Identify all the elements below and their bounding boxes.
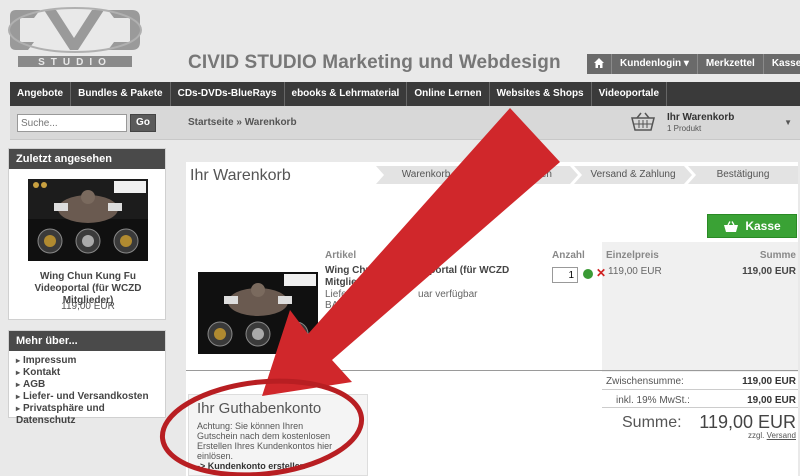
top-navigation: Kundenlogin ▾ Merkzettel Kasse bbox=[587, 54, 800, 74]
nav-video-portals[interactable]: Videoportale bbox=[592, 82, 668, 106]
product-thumbnail[interactable] bbox=[28, 179, 148, 261]
link-shipping-costs[interactable]: Liefer- und Versandkosten bbox=[16, 391, 165, 403]
total-label: Summe: bbox=[622, 414, 682, 431]
checkout-steps: Warenkorb aten Versand & Zahlung Bestäti… bbox=[376, 166, 798, 184]
vat-value: 19,00 EUR bbox=[747, 395, 796, 406]
search-go-button[interactable]: Go bbox=[130, 114, 156, 132]
step-confirmation: Bestätigung bbox=[688, 166, 798, 184]
col-sum: Summe bbox=[759, 250, 796, 261]
subtotal-value: 119,00 EUR bbox=[742, 376, 796, 387]
col-unit-price: Einzelpreis bbox=[606, 250, 659, 261]
divider bbox=[186, 370, 798, 371]
step-cart: Warenkorb bbox=[376, 166, 476, 184]
cart-item-avail-part1: Liefer bbox=[325, 289, 351, 300]
page-title: Ihr Warenkorb bbox=[190, 167, 291, 184]
recently-viewed-title: Zuletzt angesehen bbox=[9, 149, 165, 169]
mini-cart[interactable]: Ihr Warenkorb 1 Produkt ▼ bbox=[630, 110, 800, 136]
credit-account-box: Ihr Guthabenkonto Achtung: Sie können Ih… bbox=[188, 394, 368, 476]
svg-text:STUDIO: STUDIO bbox=[38, 57, 112, 68]
customer-login-link[interactable]: Kundenlogin ▾ bbox=[611, 54, 697, 74]
link-privacy[interactable]: Privatsphäre und Datenschutz bbox=[16, 403, 165, 427]
breadcrumb[interactable]: Startseite » Warenkorb bbox=[188, 117, 297, 128]
recently-viewed-box: Zuletzt angesehen Wing Chun Kung Fu Vide… bbox=[8, 148, 166, 320]
link-contact[interactable]: Kontakt bbox=[16, 367, 165, 379]
remove-icon[interactable]: ✕ bbox=[596, 266, 606, 280]
cart-item-availability: Liefer uar verfügbar bbox=[325, 289, 478, 300]
nav-websites-shops[interactable]: Websites & Shops bbox=[490, 82, 592, 106]
cart-item-name-part2: eoportal (für WCZD bbox=[417, 265, 510, 276]
vat-label: inkl. 19% MwSt.: bbox=[616, 395, 690, 406]
shipping-link[interactable]: Versand bbox=[767, 431, 796, 440]
subtotal-label: Zwischensumme: bbox=[606, 376, 684, 387]
home-icon[interactable] bbox=[587, 54, 611, 74]
search-bar: Go Startseite » Warenkorb Ihr Warenkorb … bbox=[10, 106, 800, 140]
cart-table-header: Artikel Anzahl Einzelpreis Summe bbox=[186, 248, 798, 262]
cart-item-extra: BA bbox=[325, 300, 339, 311]
cart-item-image[interactable] bbox=[198, 272, 318, 354]
link-terms[interactable]: AGB bbox=[16, 379, 165, 391]
civid-logo[interactable]: STUDIO bbox=[4, 4, 146, 70]
step-data: aten bbox=[472, 166, 578, 184]
credit-account-text: Achtung: Sie können Ihren Gutschein nach… bbox=[197, 421, 333, 461]
nav-online-learning[interactable]: Online Lernen bbox=[407, 82, 490, 106]
create-account-link[interactable]: -> Kundenkonto erstellen bbox=[197, 461, 305, 471]
site-title: CIVID STUDIO Marketing und Webdesign bbox=[188, 52, 561, 73]
cart-item-sum: 119,00 EUR bbox=[742, 266, 796, 277]
cart-item-unit-price: 119,00 EUR bbox=[608, 266, 662, 277]
cart-item-name-part1: Wing Chu bbox=[325, 265, 372, 276]
recent-product-price: 119,00 EUR bbox=[61, 301, 115, 312]
step-shipping-payment: Versand & Zahlung bbox=[574, 166, 692, 184]
nav-media[interactable]: CDs-DVDs-BlueRays bbox=[171, 82, 285, 106]
basket-icon bbox=[724, 221, 739, 232]
nav-bundles[interactable]: Bundles & Pakete bbox=[71, 82, 171, 106]
refresh-icon[interactable] bbox=[583, 269, 593, 279]
wishlist-link[interactable]: Merkzettel bbox=[696, 54, 763, 74]
link-impressum[interactable]: Impressum bbox=[16, 355, 165, 367]
total-value: 119,00 EUR bbox=[699, 412, 796, 432]
nav-offers[interactable]: Angebote bbox=[10, 82, 72, 106]
divider bbox=[602, 407, 798, 408]
divider bbox=[602, 389, 798, 390]
mini-cart-title: Ihr Warenkorb bbox=[667, 112, 735, 123]
cart-item-name-line2: Mitglie bbox=[325, 277, 357, 288]
more-about-list: Impressum Kontakt AGB Liefer- und Versan… bbox=[9, 351, 165, 427]
checkout-button[interactable]: Kasse bbox=[707, 214, 797, 238]
cart-item-name[interactable]: Wing Chu eoportal (für WCZD Mitglie bbox=[325, 265, 520, 289]
mini-cart-count: 1 Produkt bbox=[667, 124, 702, 133]
more-about-box: Mehr über... Impressum Kontakt AGB Liefe… bbox=[8, 330, 166, 426]
cart-item-avail-part2: uar verfügbar bbox=[418, 289, 478, 300]
shipping-prefix: zzgl. bbox=[747, 431, 765, 440]
quantity-input[interactable] bbox=[552, 267, 578, 283]
header: STUDIO CIVID STUDIO Marketing und Webdes… bbox=[0, 0, 800, 80]
main-navigation: Angebote Bundles & Pakete CDs-DVDs-BlueR… bbox=[10, 82, 800, 106]
checkout-button-label: Kasse bbox=[745, 219, 781, 233]
search-input[interactable] bbox=[17, 114, 127, 132]
credit-account-title: Ihr Guthabenkonto bbox=[197, 400, 322, 417]
checkout-link[interactable]: Kasse bbox=[762, 54, 800, 74]
nav-ebooks[interactable]: ebooks & Lehrmaterial bbox=[285, 82, 408, 106]
col-qty: Anzahl bbox=[552, 250, 585, 261]
col-article: Artikel bbox=[325, 250, 357, 261]
shipping-note: zzgl. Versand bbox=[748, 431, 796, 440]
more-about-title: Mehr über... bbox=[9, 331, 165, 351]
chevron-down-icon[interactable]: ▼ bbox=[784, 118, 792, 127]
basket-icon bbox=[631, 112, 655, 131]
